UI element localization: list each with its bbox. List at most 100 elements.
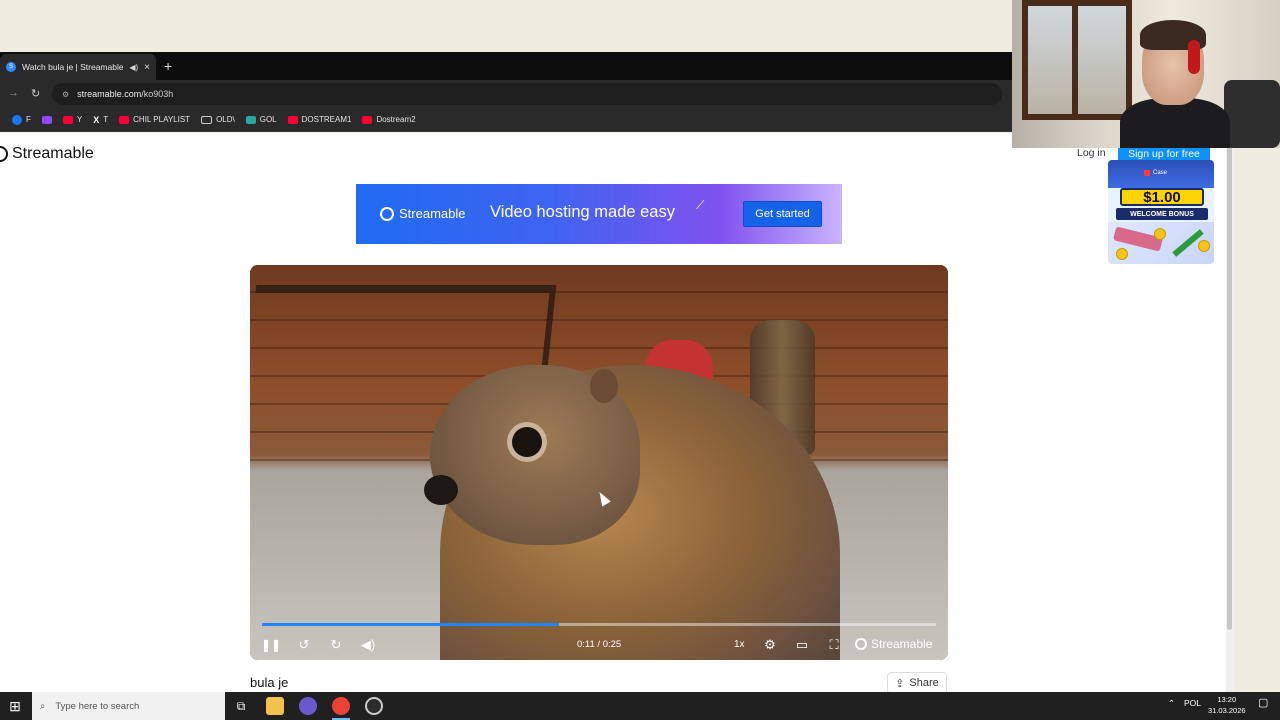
time-display: 0:11 / 0:25 (577, 639, 622, 650)
search-icon: ⌕ (40, 700, 46, 712)
youtube-icon (119, 115, 130, 124)
streamable-favicon-icon: S (6, 62, 16, 72)
reload-icon[interactable]: ↻ (31, 87, 40, 100)
file-explorer-icon[interactable] (266, 697, 284, 715)
progress-bar[interactable] (262, 623, 936, 626)
pause-button[interactable]: ❚❚ (261, 635, 281, 655)
bookmark-label: Y (76, 115, 83, 124)
get-started-button[interactable]: Get started (743, 201, 822, 227)
speaker-icon[interactable]: ◀) (129, 63, 138, 72)
bookmark-t[interactable]: XT (93, 115, 108, 125)
tray-chevron-icon[interactable]: ⌃ (1168, 698, 1175, 709)
bookmark-dostream2[interactable]: Dostream2 (362, 115, 416, 124)
banner-logo: Streamable (380, 206, 465, 221)
browser-toolbar: → ↻ ⚙ streamable.com /ko903h (0, 80, 1012, 108)
video-title: bula je (250, 675, 289, 690)
player-controls: ❚❚ ↺ ↻ ◀) 0:11 / 0:25 1x ⚙ ▭ ⛶ Streamabl… (250, 631, 948, 659)
bookmark-label: T (103, 115, 109, 124)
twitch-icon (41, 115, 52, 124)
share-icon: ⇪ (895, 677, 905, 690)
rewind-icon[interactable]: ↺ (294, 635, 314, 655)
bookmark-chil-playlist[interactable]: CHIL PLAYLIST (119, 115, 190, 124)
coin-icon (1154, 228, 1166, 240)
bookmark-label: DOSTREAM1 (301, 115, 352, 124)
ad-brand-text: Case (1153, 170, 1168, 176)
address-bar[interactable]: ⚙ streamable.com /ko903h (52, 83, 1002, 105)
chair (1224, 80, 1280, 148)
streamable-logo-icon (855, 638, 867, 650)
banner-logo-text: Streamable (399, 206, 466, 221)
obs-icon[interactable] (365, 697, 383, 715)
side-advertisement[interactable]: Case $1.00 WELCOME BONUS (1108, 160, 1214, 264)
watermark-text: Streamable (871, 637, 933, 651)
picture-in-picture-icon[interactable]: ▭ (792, 635, 812, 655)
streamable-logo[interactable]: Streamable (0, 145, 94, 163)
ad-weapons-image (1108, 222, 1214, 264)
headset (1188, 40, 1200, 74)
taskbar-clock[interactable]: 13:20 31.03.2026 (1208, 694, 1246, 716)
volume-icon[interactable]: ◀) (358, 635, 378, 655)
windows-taskbar: ⊞ ⌕ Type here to search ⧉ ⌃ POL 13:20 31… (0, 692, 1280, 720)
desktop-background (0, 0, 1012, 52)
youtube-icon (62, 115, 73, 124)
task-view-icon[interactable]: ⧉ (232, 697, 250, 715)
language-indicator[interactable]: POL (1184, 698, 1201, 708)
new-tab-button[interactable]: + (164, 58, 172, 74)
login-link[interactable]: Log in (1077, 147, 1106, 159)
notifications-icon[interactable]: ▢ (1258, 696, 1268, 709)
ad-amount: $1.00 (1120, 188, 1204, 206)
share-button[interactable]: ⇪ Share (887, 672, 947, 694)
video-player[interactable]: ❚❚ ↺ ↻ ◀) 0:11 / 0:25 1x ⚙ ▭ ⛶ Streamabl… (250, 265, 948, 660)
forward-icon[interactable]: ↻ (326, 635, 346, 655)
windows-start-icon[interactable]: ⊞ (6, 698, 24, 714)
tab-title: Watch bula je | Streamable (22, 62, 124, 72)
browser-tab-bar: S Watch bula je | Streamable ◀) × + (0, 52, 1012, 80)
tab-close-button[interactable]: × (144, 62, 150, 73)
playback-speed-button[interactable]: 1x (734, 639, 745, 650)
url-host: streamable.com (77, 89, 142, 99)
url-path: /ko903h (141, 89, 174, 99)
person-body (1120, 98, 1230, 148)
browser-tab[interactable]: S Watch bula je | Streamable ◀) × (0, 54, 156, 80)
settings-icon[interactable]: ⚙ (760, 635, 780, 655)
clock-date: 31.03.2026 (1208, 706, 1246, 715)
bookmark-label: CHIL PLAYLIST (133, 115, 191, 124)
bookmark-old-folder[interactable]: OLD\ (201, 115, 235, 124)
taskbar-search[interactable]: ⌕ Type here to search (32, 692, 225, 720)
bookmarks-bar: F Y XT CHIL PLAYLIST OLD\ GOL DOSTREAM1 … (0, 108, 1012, 132)
player-watermark[interactable]: Streamable (855, 637, 932, 651)
bookmark-y[interactable]: Y (62, 115, 83, 124)
chrome-profile-icon[interactable] (299, 697, 317, 715)
marmot-ear (590, 369, 618, 403)
g-icon (245, 115, 256, 124)
folder-icon (201, 115, 213, 124)
youtube-icon (362, 115, 373, 124)
bookmark-twitch[interactable] (41, 115, 52, 124)
forward-icon[interactable]: → (8, 87, 19, 99)
bookmark-dostream1[interactable]: DOSTREAM1 (287, 115, 352, 124)
ad-bonus: WELCOME BONUS (1116, 208, 1208, 220)
webcam-overlay (1012, 0, 1280, 148)
bookmark-f[interactable]: F (12, 114, 31, 125)
banner-tagline: Video hosting made easy (490, 203, 675, 221)
video-frame (250, 265, 948, 660)
page-content: Streamable Log in Sign up for free Case … (0, 133, 1226, 694)
site-info-icon[interactable]: ⚙ (62, 90, 69, 99)
page-scrollbar-thumb[interactable] (1227, 140, 1232, 630)
facebook-icon (12, 114, 22, 125)
bookmark-label: OLD\ (216, 115, 235, 124)
streamable-logo-icon (0, 146, 8, 162)
chrome-icon[interactable] (332, 697, 350, 715)
bookmark-label: Dostream2 (376, 115, 416, 124)
bookmark-label: F (26, 115, 31, 124)
coin-icon (1198, 240, 1210, 252)
marmot-eye (512, 427, 542, 457)
desktop-background-right (1234, 148, 1280, 692)
bookmark-label: GOL (259, 115, 277, 124)
fullscreen-icon[interactable]: ⛶ (824, 635, 844, 655)
sparkle-icon: ⟋ (696, 198, 705, 212)
logo-text: Streamable (12, 145, 94, 162)
case-logo-icon (1144, 170, 1150, 176)
bookmark-gol[interactable]: GOL (245, 115, 277, 124)
promo-banner[interactable]: Streamable Video hosting made easy ⟋ Get… (356, 184, 842, 244)
